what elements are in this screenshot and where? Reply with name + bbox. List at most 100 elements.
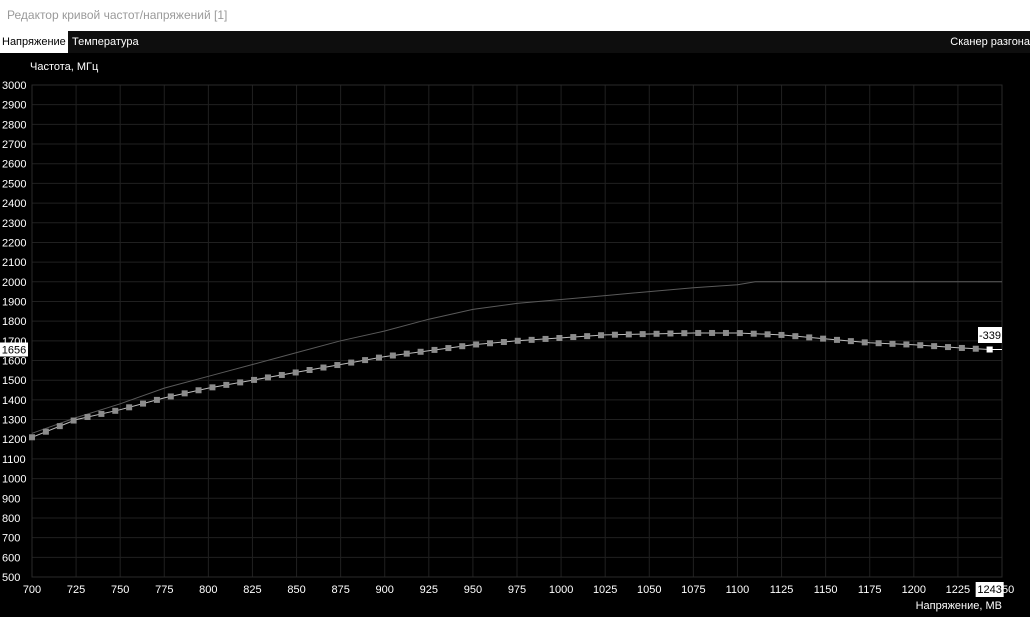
curve-point [792, 333, 799, 340]
x-tick-label: 1175 [858, 584, 882, 596]
x-tick-label: 1200 [902, 584, 926, 596]
y-tick-label: 1400 [2, 395, 26, 407]
curve-point [195, 387, 202, 394]
curve-point [237, 379, 244, 386]
curve-point [861, 339, 868, 346]
curve-point [820, 335, 827, 342]
x-tick-label: 900 [376, 584, 394, 596]
x-tick-label: 1050 [637, 584, 661, 596]
curve-point [542, 335, 549, 342]
x-tick-label: 975 [508, 584, 526, 596]
curve-point [223, 381, 230, 388]
selected-point [986, 346, 993, 353]
curve-point [209, 384, 216, 391]
frequency-label: 1656 [2, 344, 26, 356]
curve-point [292, 369, 299, 376]
curve-point [639, 331, 646, 338]
vf-curve-chart[interactable]: 5006007008009001000110012001300140015001… [0, 0, 1030, 617]
curve-point [806, 334, 813, 341]
x-tick-label: 1225 [946, 584, 970, 596]
curve-point [584, 333, 591, 340]
curve-point [403, 350, 410, 357]
x-tick-labels: 700 725 750 775 800 825 850 875 900 925 950 975 1000… [23, 584, 1014, 596]
curve-point [681, 330, 688, 337]
curve-point [611, 331, 618, 338]
curve-point [736, 330, 743, 337]
curve-point [56, 423, 63, 430]
curve-point [528, 336, 535, 343]
y-tick-label: 2900 [2, 100, 26, 112]
y-tick-label: 2400 [2, 198, 26, 210]
y-tick-label: 1500 [2, 375, 26, 387]
x-tick-label: 800 [199, 584, 217, 596]
curve-point [722, 329, 729, 336]
curve-point [348, 359, 355, 366]
x-tick-label: 950 [464, 584, 482, 596]
curve-point [70, 417, 77, 424]
x-tick-label: 1075 [681, 584, 705, 596]
curve-point [778, 331, 785, 338]
y-tick-label: 2200 [2, 237, 26, 249]
x-tick-label: 1100 [726, 584, 750, 596]
curve-point [42, 428, 49, 435]
x-tick-label: 700 [23, 584, 41, 596]
curve-point [140, 400, 147, 407]
x-tick-label: 1000 [549, 584, 573, 596]
curve-point [514, 337, 521, 344]
y-tick-label: 2500 [2, 178, 26, 190]
x-tick-label: 1025 [593, 584, 617, 596]
curve-point [945, 344, 952, 351]
y-tick-label: 1000 [2, 474, 26, 486]
curve-point [972, 345, 979, 352]
curve-point [98, 410, 105, 417]
x-tick-label: 725 [67, 584, 85, 596]
curve-point [653, 330, 660, 337]
y-tick-label: 1800 [2, 316, 26, 328]
curve-point [334, 362, 341, 369]
curve-point [500, 339, 507, 346]
y-tick-label: 2000 [2, 277, 26, 289]
curve-point [958, 344, 965, 351]
curve-point [931, 343, 938, 350]
curve-point [709, 329, 716, 336]
curve-point [167, 393, 174, 400]
y-tick-label: 700 [2, 533, 20, 545]
curve-point [875, 340, 882, 347]
curve-point [112, 407, 119, 414]
curve-point [181, 390, 188, 397]
curve-point [445, 345, 452, 352]
curve-point [375, 354, 382, 361]
y-tick-labels: 500 600 700 800 900 1000 1100 1200 1300 1400 1500 1… [2, 80, 26, 584]
y-tick-label: 900 [2, 493, 20, 505]
curve-point [431, 346, 438, 353]
curve-point [750, 330, 757, 337]
y-tick-label: 1100 [2, 454, 26, 466]
curve-point [320, 364, 327, 371]
chart-series [29, 281, 1002, 441]
y-tick-label: 2700 [2, 139, 26, 151]
cursor-layer: 1656 -339 1243 [0, 327, 1004, 597]
curve-point [389, 352, 396, 359]
curve-point [903, 341, 910, 348]
curve-point [84, 414, 91, 421]
y-tick-label: 1300 [2, 415, 26, 427]
chart-grid [31, 84, 1003, 578]
curve-point [833, 336, 840, 343]
y-tick-label: 2300 [2, 218, 26, 230]
x-tick-label: 1150 [814, 584, 838, 596]
curve-point [473, 341, 480, 348]
curve-point [306, 367, 313, 374]
y-tick-label: 2600 [2, 159, 26, 171]
curve-point [278, 371, 285, 378]
curve-point [598, 332, 605, 339]
curve-point [459, 343, 466, 350]
y-tick-label: 600 [2, 552, 20, 564]
y-tick-label: 3000 [2, 80, 26, 92]
x-tick-label: 850 [287, 584, 305, 596]
curve-point [764, 331, 771, 338]
curve-point [625, 331, 632, 338]
curve-point [695, 329, 702, 336]
x-tick-label: 825 [243, 584, 261, 596]
y-tick-label: 1600 [2, 356, 26, 368]
x-tick-label: 925 [420, 584, 438, 596]
